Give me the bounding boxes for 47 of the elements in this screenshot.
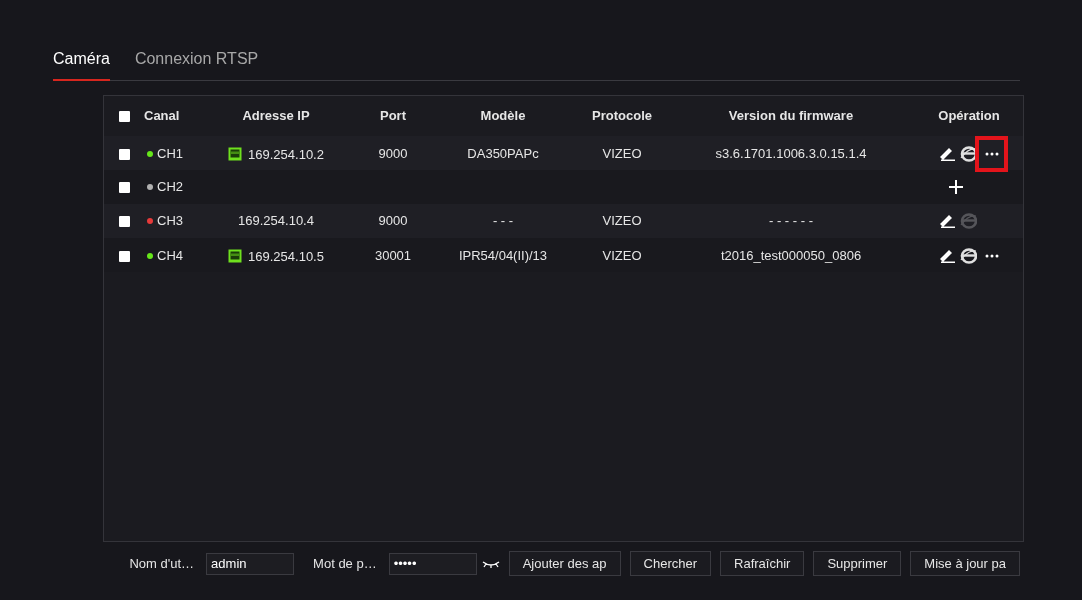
ip-address: 169.254.10.5 (248, 248, 324, 267)
firmware-version: t2016_test000050_0806 (720, 247, 862, 266)
model: IPR54/04(II)/13 (458, 247, 548, 266)
field-label: Nom d'ut… (129, 554, 195, 573)
tab[interactable]: Caméra (53, 47, 110, 81)
ip-address: 169.254.10.4 (238, 212, 314, 231)
port: 30001 (374, 247, 412, 266)
footer-button[interactable]: Ajouter des ap (508, 551, 621, 576)
checkbox[interactable] (118, 215, 130, 227)
channel-name: CH1 (157, 145, 183, 164)
column-header: Port (380, 107, 406, 126)
checkbox[interactable] (118, 110, 130, 122)
footer-button[interactable]: Supprimer (813, 551, 902, 576)
checkbox[interactable] (118, 148, 130, 160)
firmware-version: s3.6.1701.1006.3.0.15.1.4 (715, 145, 867, 164)
firmware-version: - - - - - - (768, 212, 813, 231)
checkbox[interactable] (118, 250, 130, 262)
port: 9000 (378, 145, 408, 164)
eye-closed-icon[interactable] (481, 559, 500, 568)
edit-icon[interactable] (940, 249, 956, 263)
model: DA350PAPc (467, 145, 539, 164)
checkbox[interactable] (118, 181, 130, 193)
field-label: Mot de p… (313, 554, 377, 573)
column-header: Opération (938, 107, 1000, 126)
column-header: Version du firmware (728, 107, 854, 126)
channel-name: CH4 (157, 247, 183, 266)
add-icon[interactable] (949, 180, 963, 194)
ip-address: 169.254.10.2 (248, 146, 324, 165)
footer-button[interactable]: Chercher (629, 551, 711, 576)
protocol: VIZEO (602, 145, 642, 164)
protocol: VIZEO (602, 212, 642, 231)
footer-button[interactable]: Mise à jour pa (910, 551, 1020, 576)
password-field[interactable]: ••••• (388, 552, 477, 575)
edit-icon[interactable] (940, 214, 956, 228)
column-header: Adresse IP (242, 107, 310, 126)
channel-name: CH2 (157, 178, 183, 197)
edit-icon[interactable] (940, 147, 956, 161)
channel-name: CH3 (157, 212, 183, 231)
protocol: VIZEO (602, 247, 642, 266)
username-field[interactable]: admin (206, 552, 295, 575)
model: - - - (492, 212, 514, 231)
port: 9000 (378, 212, 408, 231)
column-header: Canal (144, 108, 180, 124)
column-header: Protocole (592, 107, 652, 126)
tab[interactable]: Connexion RTSP (134, 47, 259, 81)
footer-button[interactable]: Rafraîchir (720, 551, 805, 576)
column-header: Modèle (480, 107, 526, 126)
